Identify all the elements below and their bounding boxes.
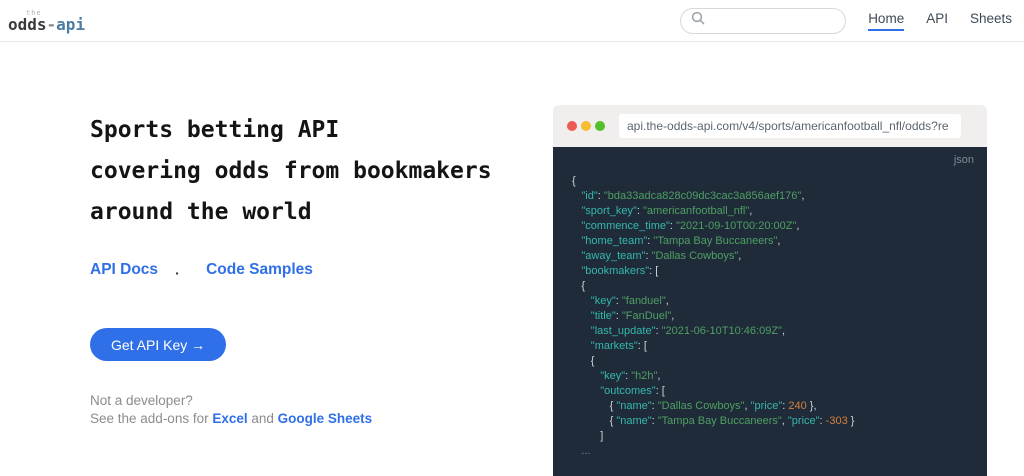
get-api-key-button[interactable]: Get API Key →: [90, 328, 226, 361]
traffic-light-yellow-icon: [581, 121, 591, 131]
heading-line-3: around the world: [90, 192, 492, 233]
code-line: "away_team": "Dallas Cowboys",: [553, 249, 987, 264]
code-line: "title": "FanDuel",: [553, 309, 987, 324]
code-line: "home_team": "Tampa Bay Buccaneers",: [553, 234, 987, 249]
code-line: "outcomes": [: [553, 384, 987, 399]
code-line: {: [553, 279, 987, 294]
code-lines: {"id": "bda33adca828c09dc3cac3a856aef176…: [553, 174, 987, 459]
heading-line-1: Sports betting API: [90, 110, 492, 151]
search-input[interactable]: [711, 14, 831, 28]
code-line: ...: [553, 444, 987, 459]
code-line: ]: [553, 429, 987, 444]
logo-odds: odds: [8, 15, 47, 34]
top-nav: theodds-api Home API Sheets: [0, 0, 1024, 42]
code-line: "bookmakers": [: [553, 264, 987, 279]
code-line: "key": "h2h",: [553, 369, 987, 384]
note-line-2: See the add-ons for Excel and Google She…: [90, 410, 372, 428]
logo-the-prefix: the: [26, 9, 42, 17]
note-prefix: See the add-ons for: [90, 411, 212, 426]
code-line: {: [553, 354, 987, 369]
nav-right: Home API Sheets: [680, 8, 1012, 34]
browser-window: api.the-odds-api.com/v4/sports/americanf…: [553, 105, 987, 476]
code-line: "markets": [: [553, 339, 987, 354]
google-sheets-link[interactable]: Google Sheets: [278, 411, 373, 426]
excel-link[interactable]: Excel: [212, 411, 247, 426]
code-panel: json {"id": "bda33adca828c09dc3cac3a856a…: [553, 147, 987, 476]
logo-dash: -: [47, 15, 57, 34]
code-line: "last_update": "2021-06-10T10:46:09Z",: [553, 324, 987, 339]
dot-separator: ·: [175, 265, 185, 275]
code-line: {: [553, 174, 987, 189]
code-line: "id": "bda33adca828c09dc3cac3a856aef176"…: [553, 189, 987, 204]
json-label: json: [954, 154, 974, 166]
traffic-light-green-icon: [595, 121, 605, 131]
note-middle: and: [248, 411, 278, 426]
code-samples-link[interactable]: Code Samples: [206, 261, 313, 279]
code-line: { "name": "Tampa Bay Buccaneers", "price…: [553, 414, 987, 429]
logo[interactable]: theodds-api: [8, 8, 85, 34]
hero-links: API Docs · Code Samples: [90, 261, 313, 279]
traffic-light-red-icon: [567, 121, 577, 131]
developer-note: Not a developer? See the add-ons for Exc…: [90, 392, 372, 428]
note-line-1: Not a developer?: [90, 392, 372, 410]
heading-line-2: covering odds from bookmakers: [90, 151, 492, 192]
code-line: "sport_key": "americanfootball_nfl",: [553, 204, 987, 219]
code-line: "commence_time": "2021-09-10T00:20:00Z",: [553, 219, 987, 234]
logo-api: api: [56, 15, 85, 34]
browser-titlebar: api.the-odds-api.com/v4/sports/americanf…: [553, 105, 987, 147]
page: theodds-api Home API Sheets Sports betti…: [0, 0, 1024, 476]
url-bar: api.the-odds-api.com/v4/sports/americanf…: [619, 114, 961, 138]
code-line: "key": "fanduel",: [553, 294, 987, 309]
page-title: Sports betting API covering odds from bo…: [90, 110, 492, 233]
nav-link-api[interactable]: API: [926, 11, 948, 31]
nav-link-home[interactable]: Home: [868, 11, 904, 31]
search-icon: [691, 11, 705, 30]
api-docs-link[interactable]: API Docs: [90, 261, 158, 279]
nav-link-sheets[interactable]: Sheets: [970, 11, 1012, 31]
code-line: { "name": "Dallas Cowboys", "price": 240…: [553, 399, 987, 414]
search-box[interactable]: [680, 8, 846, 34]
